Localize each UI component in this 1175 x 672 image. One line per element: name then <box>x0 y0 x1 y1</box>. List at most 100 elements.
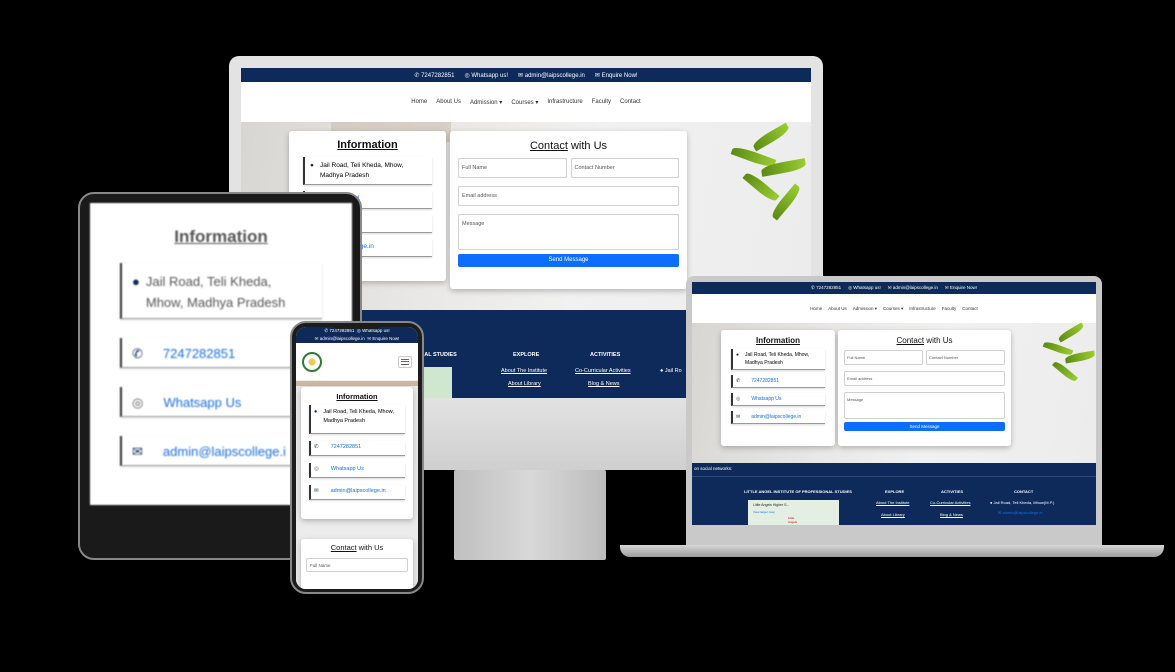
send-message-button[interactable]: Send Message <box>458 254 679 267</box>
laptop-email-item[interactable]: ✉ admin@laipscollege.in <box>731 411 825 424</box>
laptop-phone-link[interactable]: ✆ 7247282851 <box>811 285 841 291</box>
phone-email-item[interactable]: ✉ admin@laipscollege.in <box>309 485 405 500</box>
laptop-footer-explore-heading: EXPLORE <box>885 489 905 494</box>
desktop-navbar: Home About Us Admission ▾ Courses ▾ Infr… <box>241 82 811 122</box>
phone-screen: ✆ 7247282851 ◎ Whatsapp us! ✉ admin@laip… <box>296 327 418 589</box>
laptop-footer-about-institute-link[interactable]: About The Institute <box>876 500 910 505</box>
desktop-topbar: ✆ 7247282851 ◎ Whatsapp us! ✉ admin@laip… <box>241 68 811 82</box>
map-pin-icon: ● <box>310 162 314 169</box>
footer-address: ● Jail Ro <box>660 368 682 374</box>
laptop-footer-email[interactable]: ✉ admin@laipscollege.in <box>998 510 1043 515</box>
laptop-nav-home[interactable]: Home <box>810 306 822 311</box>
tablet-address-item: ● Jail Road, Teli Kheda, Mhow, Madhya Pr… <box>120 263 322 319</box>
nav-contact[interactable]: Contact <box>620 99 641 105</box>
laptop-contact-card: Contact with Us Full Name Contact Number… <box>838 330 1011 446</box>
laptop-hero: Information ● Jail Road, Teli Kheda, Mho… <box>692 322 1096 463</box>
info-title: Information <box>337 139 398 151</box>
laptop-nav-faculty[interactable]: Faculty <box>942 306 957 311</box>
phone-navbar <box>296 343 418 381</box>
laptop-whatsapp-icon: ◎ <box>736 396 741 402</box>
footer-activities-heading: ACTIVITIES <box>590 352 621 358</box>
footer-blog-link[interactable]: Blog & News <box>588 381 620 387</box>
message-textarea[interactable]: Message <box>458 214 679 250</box>
laptop-nav-admission[interactable]: Admission ▾ <box>853 306 877 312</box>
laptop-full-name-input[interactable]: Full Name <box>844 350 923 365</box>
phone-hero: Information ● Jail Road, Teli Kheda, Mho… <box>296 381 418 539</box>
laptop-address-item: ● Jail Road, Teli Kheda, Mhow, Madhya Pr… <box>731 349 825 370</box>
laptop-footer-activities-heading: ACTIVITIES <box>941 489 964 494</box>
footer-about-library-link[interactable]: About Library <box>508 381 541 387</box>
laptop-address-text: Jail Road, Teli Kheda, Mhow, Madhya Prad… <box>745 352 810 366</box>
phone-whatsapp-icon: ◎ <box>314 466 319 472</box>
laptop-nav-infrastructure[interactable]: Infrastructure <box>909 306 936 311</box>
phone-phone-icon: ✆ <box>314 444 319 450</box>
laptop-footer-co-curricular-link[interactable]: Co-Curricular Activities <box>930 500 970 505</box>
phone-full-name-input[interactable]: Full Name <box>306 558 408 572</box>
laptop-topbar: ✆ 7247282851 ◎ Whatsapp us! ✉ admin@laip… <box>692 282 1096 294</box>
phone-topbar: ✆ 7247282851 ◎ Whatsapp us! ✉ admin@laip… <box>296 327 418 343</box>
full-name-input[interactable]: Full Name <box>458 158 567 178</box>
laptop-enquire-link[interactable]: ✉ Enquire Now! <box>945 285 977 291</box>
footer-co-curricular-link[interactable]: Co-Curricular Activities <box>575 368 631 374</box>
laptop-footer-institute-heading: LITTLE ANGEL INSTITUTE OF PROFESSIONAL S… <box>744 489 852 494</box>
laptop-contact-number-input[interactable]: Contact Number <box>926 350 1005 365</box>
tablet-address-line2: Mhow, Madhya Pradesh <box>145 295 286 310</box>
tablet-map-pin-icon: ● <box>132 274 140 289</box>
plant-image <box>721 122 811 232</box>
phone-email-icon: ✉ <box>314 488 319 494</box>
whatsapp-icon: ◎ <box>132 395 144 410</box>
laptop-nav-contact[interactable]: Contact <box>962 306 978 311</box>
laptop-footer-map[interactable]: Little Angels Higher S... View larger ma… <box>748 500 839 525</box>
phone-icon: ✆ <box>132 346 143 361</box>
nav-courses[interactable]: Courses ▾ <box>511 99 538 106</box>
laptop-info-card: Information ● Jail Road, Teli Kheda, Mho… <box>721 330 835 446</box>
nav-home[interactable]: Home <box>411 99 427 105</box>
nav-faculty[interactable]: Faculty <box>592 99 611 105</box>
laptop-email-link[interactable]: ✉ admin@laipscollege.in <box>888 285 938 291</box>
map-pin-label: Little Angels Higher... <box>788 516 799 525</box>
laptop-send-message-button[interactable]: Send Message <box>844 422 1005 431</box>
email-input[interactable]: Email address <box>458 186 679 206</box>
contact-title: Contact with Us <box>529 140 608 152</box>
laptop-plant-image <box>1037 322 1096 403</box>
laptop-footer-divider <box>692 476 1096 477</box>
phone-whatsapp-item[interactable]: ◎ Whatsapp Us <box>309 463 405 478</box>
laptop-footer-blog-link[interactable]: Blog & News <box>940 512 963 517</box>
nav-admission[interactable]: Admission ▾ <box>470 99 502 106</box>
address-item: ● Jail Road, Teli Kheda, Mhow, Madhya Pr… <box>303 157 432 185</box>
laptop-social-label: on social networks: <box>694 466 733 471</box>
laptop-nav-about[interactable]: About Us <box>828 306 847 311</box>
phone-notch <box>333 323 381 329</box>
enquire-link[interactable]: ✉ Enquire Now! <box>595 72 638 79</box>
laptop-phone-item[interactable]: ✆ 7247282851 <box>731 375 825 388</box>
tablet-info-title: Information <box>174 227 268 246</box>
laptop-whatsapp-link[interactable]: ◎ Whatsapp us! <box>848 285 881 291</box>
phone-phone-item[interactable]: ✆ 7247282851 <box>309 441 405 456</box>
email-link[interactable]: ✉ admin@laipscollege.in <box>518 72 585 79</box>
phone-contact-section: Contact with Us Full Name <box>296 539 418 589</box>
phone-map-pin-icon: ● <box>314 409 318 415</box>
contact-number-input[interactable]: Contact Number <box>570 158 679 178</box>
laptop-phone-icon: ✆ <box>736 378 741 384</box>
phone-info-title: Information <box>336 392 378 401</box>
laptop-footer: on social networks: LITTLE ANGEL INSTITU… <box>692 463 1096 525</box>
footer-map[interactable] <box>422 367 452 398</box>
college-logo[interactable] <box>302 351 322 372</box>
laptop-whatsapp-item[interactable]: ◎ Whatsapp Us <box>731 393 825 406</box>
phone-link[interactable]: ✆ 7247282851 <box>414 72 454 79</box>
contact-card: Contact with Us Full Name Contact Number… <box>450 131 687 289</box>
laptop-footer-about-library-link[interactable]: About Library <box>881 512 905 517</box>
laptop-footer-address: ● Jail Road, Teli Kheda, Mhow(M.P.) <box>990 500 1055 505</box>
nav-infrastructure[interactable]: Infrastructure <box>547 99 582 105</box>
laptop-email-input[interactable]: Email address <box>844 371 1005 386</box>
laptop-message-textarea[interactable]: Message <box>844 392 1005 419</box>
laptop-nav-courses[interactable]: Courses ▾ <box>883 306 903 312</box>
laptop-footer-contact-heading: CONTACT <box>1014 489 1034 494</box>
hamburger-menu-icon[interactable] <box>398 355 412 368</box>
phone-address-item: ● Jail Road, Teli Kheda, Mhow, Madhya Pr… <box>309 405 405 434</box>
phone-contact-title: Contact with Us <box>330 543 384 552</box>
footer-about-institute-link[interactable]: About The Institute <box>501 368 547 374</box>
whatsapp-link[interactable]: ◎ Whatsapp us! <box>464 72 508 79</box>
laptop-info-title: Information <box>756 336 800 345</box>
nav-about[interactable]: About Us <box>436 99 461 105</box>
